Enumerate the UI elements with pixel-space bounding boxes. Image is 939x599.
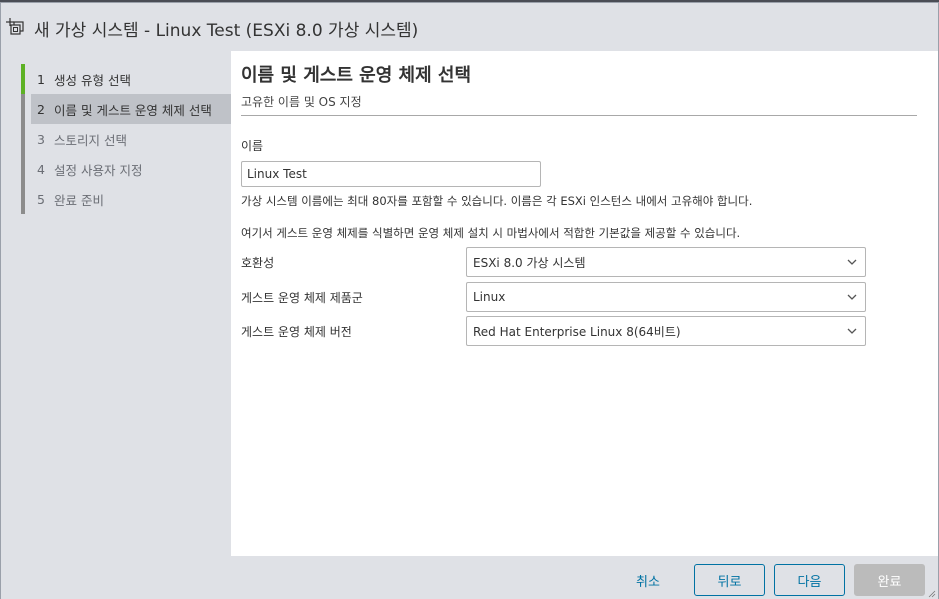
guest-os-version-value: Red Hat Enterprise Linux 8(64비트): [473, 324, 681, 339]
guest-os-family-select[interactable]: Linux: [466, 282, 866, 312]
step-number: 3: [37, 131, 45, 147]
compatibility-select[interactable]: ESXi 8.0 가상 시스템: [466, 247, 866, 277]
step-label: 생성 유형 선택: [54, 72, 131, 88]
chevron-down-icon: [847, 328, 857, 334]
finish-button[interactable]: 완료: [854, 564, 925, 596]
resize-grip-icon[interactable]: [928, 590, 936, 598]
cancel-button[interactable]: 취소: [616, 564, 680, 596]
compatibility-value: ESXi 8.0 가상 시스템: [473, 255, 586, 270]
name-label: 이름: [241, 139, 264, 153]
step-select-name-and-os[interactable]: 2 이름 및 게스트 운영 체제 선택: [31, 94, 231, 124]
divider: [241, 115, 917, 116]
step-label: 이름 및 게스트 운영 체제 선택: [54, 102, 212, 118]
step-number: 2: [37, 101, 45, 117]
vm-name-input[interactable]: [241, 161, 541, 187]
wizard-steps-sidebar: 1 생성 유형 선택 2 이름 및 게스트 운영 체제 선택 3 스토리지 선택…: [1, 51, 231, 556]
guest-os-family-value: Linux: [473, 290, 506, 304]
page-title: 이름 및 게스트 운영 체제 선택: [241, 65, 472, 86]
new-vm-icon: [6, 18, 24, 35]
guest-os-help-text: 여기서 게스트 운영 체제를 식별하면 운영 체제 설치 시 마법사에서 적합한…: [241, 226, 741, 240]
step-number: 5: [37, 191, 45, 207]
step-select-storage[interactable]: 3 스토리지 선택: [31, 124, 231, 154]
wizard-content: 이름 및 게스트 운영 체제 선택 고유한 이름 및 OS 지정 이름 가상 시…: [231, 51, 938, 556]
steps-progress-done: [21, 64, 25, 94]
step-customize-settings[interactable]: 4 설정 사용자 지정: [31, 154, 231, 184]
step-ready-to-complete[interactable]: 5 완료 준비: [31, 184, 231, 214]
step-number: 1: [37, 71, 45, 87]
step-label: 완료 준비: [54, 192, 104, 208]
guest-os-version-label: 게스트 운영 체제 버전: [241, 325, 352, 339]
step-label: 스토리지 선택: [54, 132, 127, 148]
title-bar: 새 가상 시스템 - Linux Test (ESXi 8.0 가상 시스템): [1, 3, 938, 51]
name-help-text: 가상 시스템 이름에는 최대 80자를 포함할 수 있습니다. 이름은 각 ES…: [241, 194, 753, 208]
step-number: 4: [37, 161, 45, 177]
window-title: 새 가상 시스템 - Linux Test (ESXi 8.0 가상 시스템): [34, 21, 419, 41]
compatibility-label: 호환성: [241, 256, 275, 270]
next-button[interactable]: 다음: [774, 564, 845, 596]
step-label: 설정 사용자 지정: [54, 162, 143, 178]
chevron-down-icon: [847, 294, 857, 300]
guest-os-version-select[interactable]: Red Hat Enterprise Linux 8(64비트): [466, 316, 866, 346]
wizard-footer: 취소 뒤로 다음 완료: [1, 556, 938, 599]
new-vm-wizard-dialog: 새 가상 시스템 - Linux Test (ESXi 8.0 가상 시스템) …: [0, 2, 939, 599]
back-button[interactable]: 뒤로: [694, 564, 765, 596]
step-select-creation-type[interactable]: 1 생성 유형 선택: [31, 64, 231, 94]
guest-os-family-label: 게스트 운영 체제 제품군: [241, 291, 363, 305]
chevron-down-icon: [847, 259, 857, 265]
page-subtitle: 고유한 이름 및 OS 지정: [241, 95, 362, 109]
